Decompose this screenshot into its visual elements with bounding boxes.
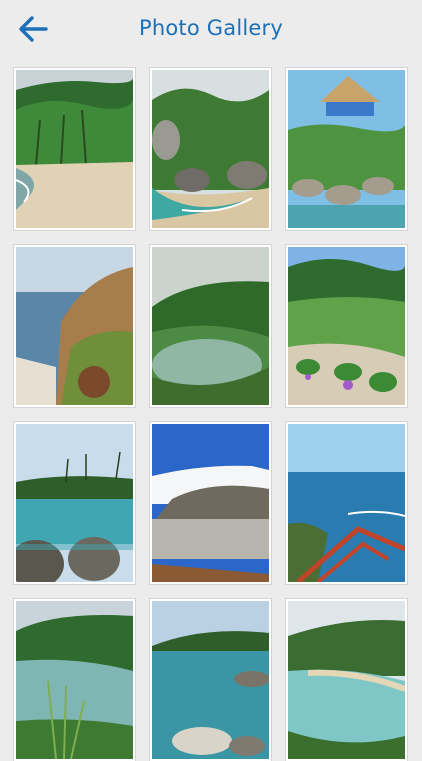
photo-palm-coast-rocks: [16, 424, 133, 582]
photo-ocean-from-deck: [288, 424, 405, 582]
photo-curved-bay: [288, 601, 405, 759]
photo-thumbnail-ocean-from-deck[interactable]: [286, 422, 407, 584]
photo-thumbnail-agave-bay[interactable]: [14, 599, 135, 761]
photo-thumbnail-rocky-bay[interactable]: [150, 599, 271, 761]
photo-grid: [14, 68, 407, 761]
photo-thumbnail-boulder-cove[interactable]: [150, 68, 271, 230]
photo-wave-over-rocks: [152, 424, 269, 582]
photo-thumbnail-thatched-hut-rocks[interactable]: [286, 68, 407, 230]
photo-thumbnail-lagoon-bay[interactable]: [150, 245, 271, 407]
photo-morning-glory-beach: [288, 247, 405, 405]
photo-palm-beach: [16, 70, 133, 228]
photo-thumbnail-palm-beach[interactable]: [14, 68, 135, 230]
photo-rocky-bay: [152, 601, 269, 759]
photo-lagoon-bay: [152, 247, 269, 405]
photo-thumbnail-palm-coast-rocks[interactable]: [14, 422, 135, 584]
photo-agave-bay: [16, 601, 133, 759]
photo-thumbnail-wave-over-rocks[interactable]: [150, 422, 271, 584]
page-title: Photo Gallery: [139, 16, 283, 40]
header: Photo Gallery: [0, 0, 422, 60]
photo-thumbnail-curved-bay[interactable]: [286, 599, 407, 761]
photo-thumbnail-cliff-sea-view[interactable]: [14, 245, 135, 407]
photo-thumbnail-morning-glory-beach[interactable]: [286, 245, 407, 407]
photo-cliff-sea-view: [16, 247, 133, 405]
photo-boulder-cove: [152, 70, 269, 228]
photo-thatched-hut-rocks: [288, 70, 405, 228]
